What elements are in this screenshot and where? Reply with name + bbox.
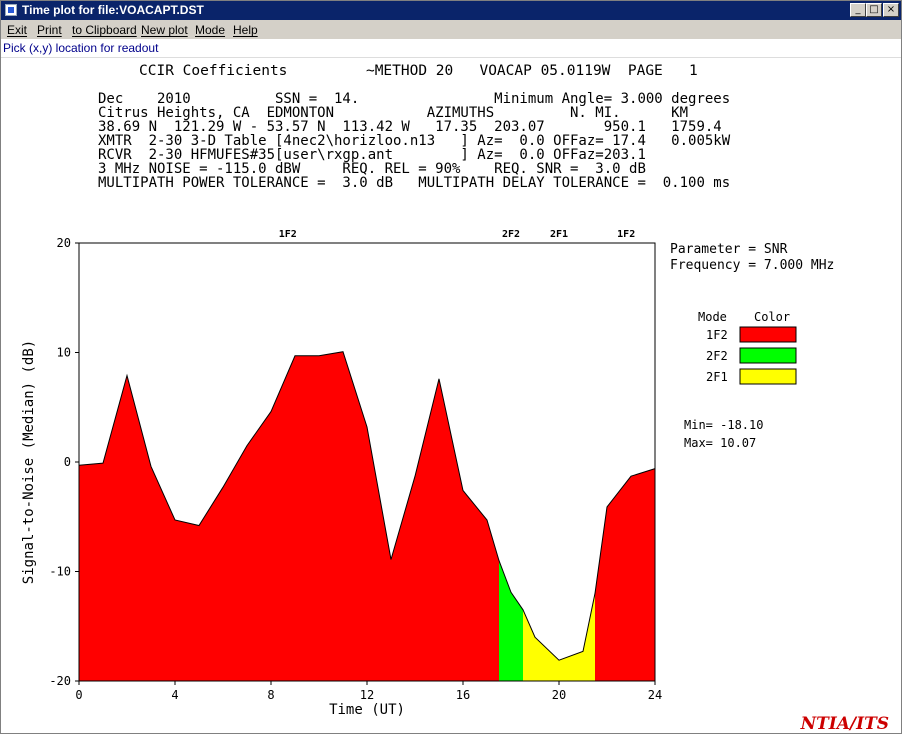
frequency-label: Frequency = 7.000 MHz [670,258,834,273]
report-line-2: Citrus Heights, CA EDMONTON AZIMUTHS N. … [98,105,689,121]
mode-top-label: 2F1 [550,229,568,240]
time-plot-window: Time plot for file:VOACAPT.DST _ □ × Exi… [0,0,902,734]
mode-top-label: 1F2 [279,229,297,240]
parameter-label: Parameter = SNR [670,242,788,257]
window-title: Time plot for file:VOACAPT.DST [22,3,204,17]
legend-swatch-1f2 [739,326,797,343]
report-line-3: 38.69 N 121.29 W - 53.57 N 113.42 W 17.3… [98,119,722,135]
title-bar[interactable]: Time plot for file:VOACAPT.DST _ □ × [1,1,901,20]
app-icon [5,4,17,16]
area-segment-2f1-2 [523,593,595,681]
x-tick-label: 4 [171,688,178,702]
legend-swatch-2f2 [739,347,797,364]
legend-mode-2f1: 2F1 [706,370,728,384]
report-line-4: XMTR 2-30 3-D Table [4nec2\horizloo.n13 … [98,133,731,149]
x-tick-label: 12 [360,688,374,702]
x-tick-label: 0 [75,688,82,702]
y-tick-label: -20 [49,674,71,688]
y-tick-label: 10 [57,346,71,360]
legend-header-mode: Mode [698,310,727,324]
legend-mode-2f2: 2F2 [706,349,728,363]
maximize-button[interactable]: □ [866,3,882,17]
x-axis-label: Time (UT) [329,702,405,718]
ntia-its-logo: NTIA/ITS [800,714,889,734]
close-button[interactable]: × [883,3,899,17]
y-axis-label: Signal-to-Noise (Median) (dB) [21,340,37,584]
y-tick-label: 0 [64,455,71,469]
menu-new-plot[interactable]: New plot [141,23,188,37]
x-tick-label: 16 [456,688,470,702]
status-line: Pick (x,y) location for readout [1,39,901,58]
menu-bar: Exit Print to Clipboard New plot Mode He… [1,20,901,39]
snr-time-plot[interactable]: 0 4 8 12 16 20 24 -20 -10 0 10 20 1F2 2F2 2F1 1F2 Signa… [1,179,901,734]
report-header: CCIR Coefficients ~METHOD 20 VOACAP 05.0… [139,63,698,79]
x-tick-label: 20 [552,688,566,702]
menu-help[interactable]: Help [233,23,258,37]
menu-to-clipboard[interactable]: to Clipboard [72,23,137,37]
report-line-1: Dec 2010 SSN = 14. Minimum Angle= 3.000 … [98,91,731,107]
legend-mode-1f2: 1F2 [706,328,728,342]
legend-swatch-2f1 [739,368,797,385]
area-segment-1f2-3 [595,468,655,681]
report-line-5: RCVR 2-30 HFMUFES#35[user\rxgp.ant ] Az=… [98,147,646,163]
report-line-6: 3 MHz NOISE = -115.0 dBW REQ. REL = 90% … [98,161,646,177]
status-text: Pick (x,y) location for readout [3,41,159,55]
min-readout: Min= -18.10 [684,418,763,432]
max-readout: Max= 10.07 [684,436,756,450]
menu-exit[interactable]: Exit [7,23,27,37]
mode-top-label: 2F2 [502,229,520,240]
mode-top-label: 1F2 [617,229,635,240]
legend-header-color: Color [754,310,790,324]
minimize-button[interactable]: _ [850,3,866,17]
area-segment-1f2-0 [79,351,499,681]
y-tick-label: 20 [57,236,71,250]
menu-mode[interactable]: Mode [195,23,225,37]
x-tick-label: 8 [267,688,274,702]
y-tick-label: -10 [49,565,71,579]
x-tick-label: 24 [648,688,662,702]
area-segment-2f2-1 [499,560,523,681]
menu-print[interactable]: Print [37,23,62,37]
